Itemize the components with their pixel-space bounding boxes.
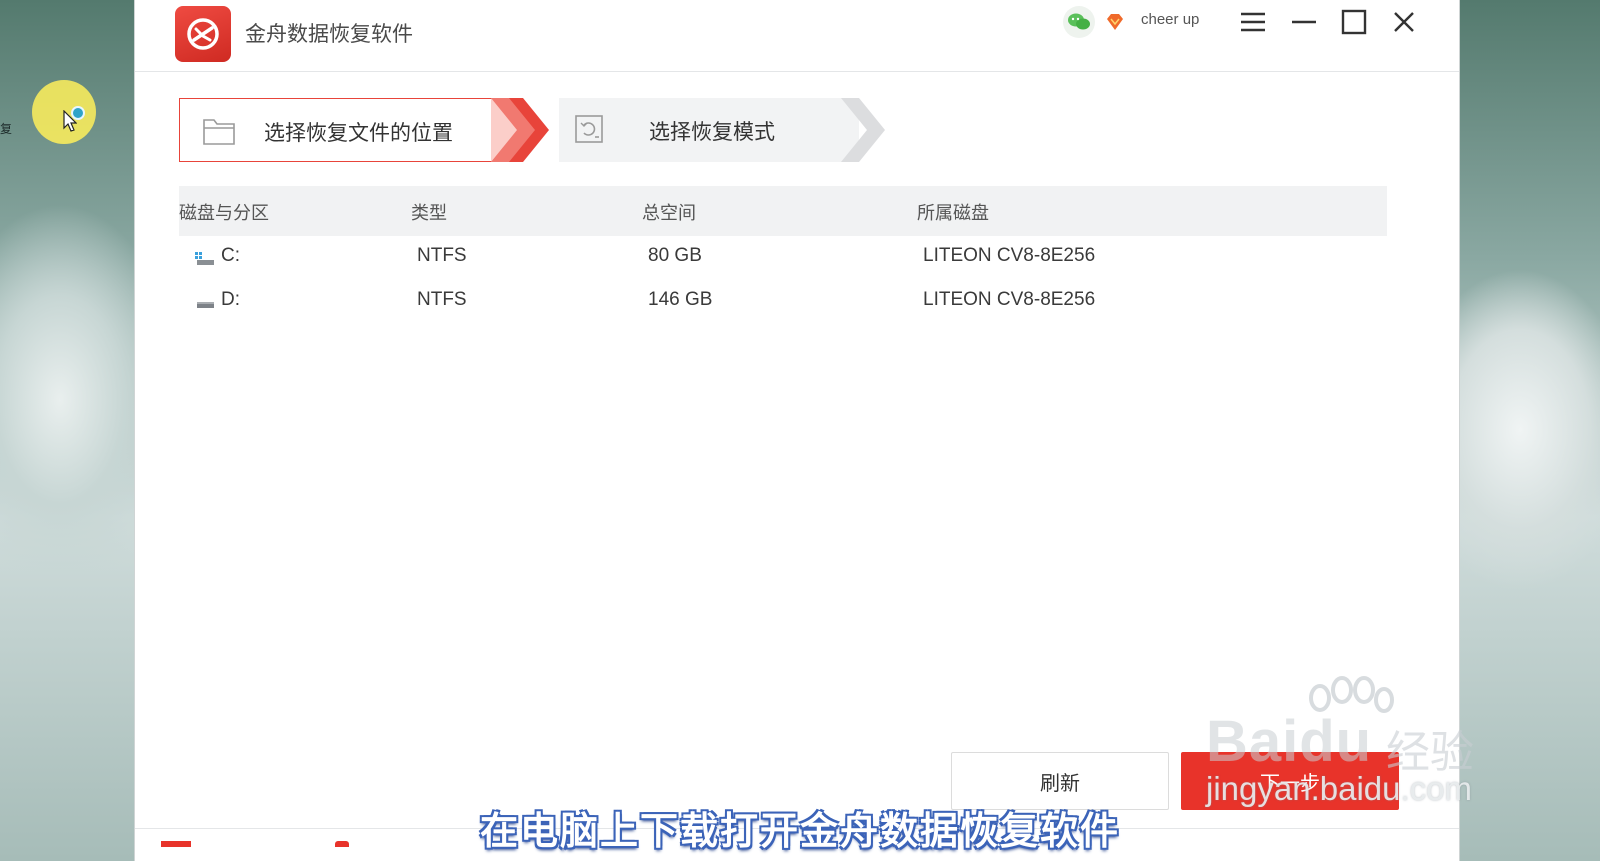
restore-disk-icon	[575, 115, 603, 143]
system-drive-icon	[195, 252, 214, 265]
column-header-size: 总空间	[642, 203, 696, 224]
menu-button[interactable]	[1235, 6, 1271, 38]
minimize-icon	[1292, 20, 1316, 24]
mouse-cursor-icon	[63, 110, 77, 132]
partition-size: 146 GB	[648, 289, 713, 310]
step-progress: 选择恢复文件的位置 选择恢复模式	[179, 98, 899, 162]
app-title: 金舟数据恢复软件	[245, 22, 413, 46]
partition-type: NTFS	[417, 245, 467, 266]
partition-table: 磁盘与分区 类型 总空间 所属磁盘 C: NTFS 80 GB LITEON C…	[179, 186, 1387, 324]
table-row[interactable]: C: NTFS 80 GB LITEON CV8-8E256	[179, 236, 1387, 280]
vip-diamond-icon[interactable]	[1105, 12, 1125, 32]
table-row[interactable]: D: NTFS 146 GB LITEON CV8-8E256	[179, 280, 1387, 324]
partition-type: NTFS	[417, 289, 467, 310]
app-logo-icon	[175, 6, 231, 62]
maximize-icon	[1341, 9, 1367, 35]
drive-icon	[197, 302, 214, 308]
column-header-partition: 磁盘与分区	[179, 203, 269, 224]
title-bar: 金舟数据恢复软件 cheer up	[135, 0, 1459, 72]
step-select-location-label: 选择恢复文件的位置	[264, 121, 453, 145]
partition-disk: LITEON CV8-8E256	[923, 245, 1096, 266]
close-button[interactable]	[1386, 6, 1422, 38]
step-active-arrow-icon	[491, 98, 549, 162]
menu-icon	[1241, 12, 1265, 32]
partition-disk: LITEON CV8-8E256	[923, 289, 1096, 310]
step-select-location[interactable]: 选择恢复文件的位置	[179, 98, 509, 162]
partition-name: C:	[221, 245, 240, 266]
minimize-button[interactable]	[1286, 6, 1322, 38]
column-header-disk: 所属磁盘	[917, 203, 989, 224]
step-select-mode[interactable]: 选择恢复模式	[559, 98, 859, 162]
partition-name: D:	[221, 289, 240, 310]
table-header: 磁盘与分区 类型 总空间 所属磁盘	[179, 186, 1387, 236]
close-icon	[1394, 12, 1414, 32]
video-subtitle: 在电脑上下载打开金舟数据恢复软件	[479, 809, 1120, 853]
folder-icon	[203, 119, 235, 145]
maximize-button[interactable]	[1336, 6, 1372, 38]
app-window: 金舟数据恢复软件 cheer up 选择恢复文件的位置 选择恢复模式 磁盘与分区…	[134, 0, 1460, 861]
desktop-edge-text: 复	[0, 122, 13, 136]
step-inactive-arrow-icon	[841, 98, 885, 162]
partition-size: 80 GB	[648, 245, 702, 266]
username[interactable]: cheer up	[1141, 11, 1199, 28]
step-select-mode-label: 选择恢复模式	[649, 120, 775, 144]
column-header-type: 类型	[411, 203, 447, 224]
wechat-icon[interactable]	[1063, 6, 1095, 38]
